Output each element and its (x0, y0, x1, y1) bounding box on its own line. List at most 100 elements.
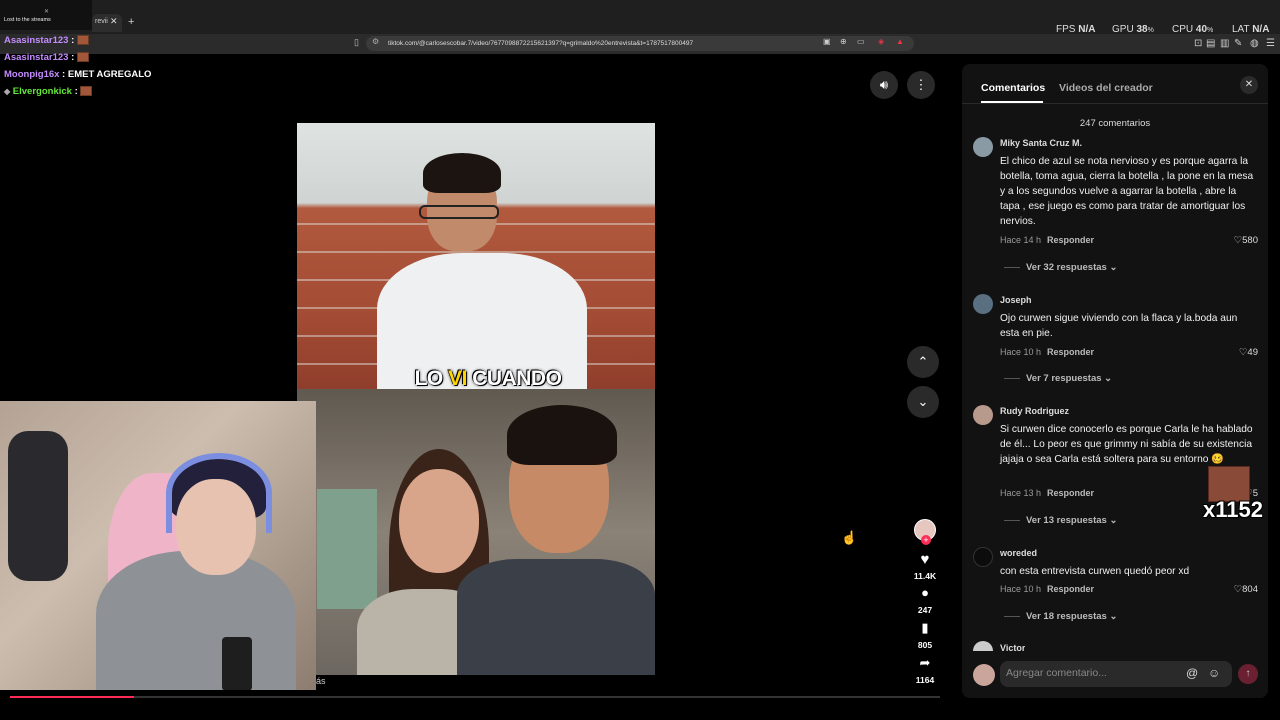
lat-readout: LAT N/A (1232, 24, 1270, 35)
site-info-icon[interactable]: ⚙ (372, 37, 379, 46)
emoji-icon[interactable]: ☺ (1208, 666, 1220, 680)
close-panel-button[interactable]: ✕ (1240, 76, 1258, 94)
comment-username[interactable]: woreded (1000, 548, 1037, 558)
comment-time: Hace 13 h (1000, 488, 1042, 498)
chevron-down-icon: ⌄ (1104, 373, 1113, 384)
comment-time: Hace 10 h (1000, 584, 1042, 594)
heart-icon: ♡ (1233, 235, 1243, 246)
divider (962, 103, 1268, 104)
puzzle-icon[interactable]: ✎ (1234, 38, 1242, 49)
mention-icon[interactable]: @ (1186, 666, 1198, 680)
comment-time: Hace 10 h (1000, 347, 1042, 357)
comment-count-label: 247 comentarios (1079, 118, 1151, 129)
view-replies-button[interactable]: Ver 7 respuestas ⌄ (1004, 373, 1112, 384)
chevron-up-icon: ⌃ (917, 354, 929, 369)
chat-message: ◆ Elvergonkick : (4, 86, 93, 97)
avatar[interactable] (973, 294, 993, 314)
comment-icon[interactable]: ● (906, 585, 944, 600)
alert-icon[interactable]: ▲ (896, 37, 904, 46)
menu-icon[interactable]: ☰ (1266, 38, 1275, 49)
streamer-webcam (0, 401, 316, 690)
comment-username[interactable]: Rudy Rodriguez (1000, 406, 1069, 416)
reply-button[interactable]: Responder (1047, 584, 1094, 594)
comment-text: con esta entrevista curwen quedó peor xd (1000, 566, 1190, 577)
chat-emote-icon (76, 35, 89, 46)
comment-text: El chico de azul se nota nervioso y es p… (1000, 156, 1254, 227)
follow-plus-icon[interactable]: + (921, 535, 931, 545)
user-avatar[interactable] (973, 664, 995, 686)
mouse-cursor-icon: ☝ (841, 530, 858, 545)
overlay-close-icon[interactable]: ✕ (44, 8, 49, 15)
save-count: 805 (917, 640, 933, 650)
chat-emote-icon (76, 52, 89, 63)
badge-icon: ◆ (4, 87, 11, 96)
chat-message: Asasinstar123 : (4, 52, 89, 63)
comment-time: Hace 14 h (1000, 235, 1042, 245)
reply-button[interactable]: Responder (1047, 347, 1094, 357)
sidebar-icon[interactable]: ▤ (1206, 38, 1215, 49)
stream-title-box (0, 0, 92, 30)
comment-like-button[interactable]: ♡804 (1210, 584, 1258, 595)
fps-readout: FPS N/A (1056, 24, 1096, 35)
view-replies-button[interactable]: Ver 13 respuestas ⌄ (1004, 515, 1117, 526)
comment-username[interactable]: Joseph (1000, 295, 1032, 305)
cast-icon[interactable]: ▭ (857, 37, 865, 46)
arrow-up-icon: ↑ (1245, 668, 1251, 679)
heart-icon: ♡ (1233, 584, 1243, 595)
address-bar[interactable]: tiktok.com/@carlosescobar.7/video/767709… (366, 36, 914, 51)
new-tab-button[interactable]: + (128, 16, 134, 28)
video-progress-track[interactable] (10, 696, 940, 698)
comment-like-button[interactable]: ♡49 (1210, 347, 1258, 358)
comment-username[interactable]: Miky Santa Cruz M. (1000, 138, 1082, 148)
extension-shield-icon[interactable]: ◈ (878, 37, 884, 46)
reply-button[interactable]: Responder (1047, 235, 1094, 245)
previous-video-button[interactable]: ⌃ (907, 346, 939, 378)
webcam-label: ás (316, 676, 326, 686)
reply-button[interactable]: Responder (1047, 488, 1094, 498)
video-progress-fill (10, 696, 134, 698)
translate-icon[interactable]: ▣ (823, 37, 831, 46)
view-replies-button[interactable]: Ver 18 respuestas ⌄ (1004, 611, 1117, 622)
share-count: 1164 (915, 675, 935, 685)
comment-like-button[interactable]: ♡580 (1210, 235, 1258, 246)
chat-message: Asasinstar123 : (4, 35, 89, 46)
video-top-scene (297, 123, 655, 393)
close-icon: ✕ (1244, 79, 1254, 90)
chat-message: Moonpig16x : EMET AGREGALO (4, 69, 152, 80)
zoom-icon[interactable]: ⊕ (840, 37, 847, 46)
chevron-down-icon: ⌄ (917, 394, 929, 409)
bookmark-icon[interactable]: ▯ (354, 37, 359, 48)
tab-creator-videos[interactable]: Videos del creador (1059, 82, 1153, 94)
chevron-down-icon: ⌄ (1109, 611, 1118, 622)
more-options-button[interactable]: ⋮ (907, 71, 935, 99)
volume-icon: 🔊︎ (879, 77, 889, 92)
avatar[interactable] (973, 137, 993, 157)
video-caption: LO VI CUANDO (414, 367, 562, 390)
like-icon[interactable]: ♥ (906, 551, 944, 568)
view-replies-button[interactable]: Ver 32 respuestas ⌄ (1004, 262, 1117, 273)
volume-button[interactable]: 🔊︎ (870, 71, 898, 99)
emote-counter: x1152 (1203, 497, 1263, 522)
chevron-down-icon: ⌄ (1109, 515, 1118, 526)
tab-comments[interactable]: Comentarios (981, 82, 1045, 94)
comment-username[interactable]: Victor (1000, 643, 1025, 651)
avatar[interactable] (973, 405, 993, 425)
chevron-down-icon: ⌄ (1109, 262, 1118, 273)
bookmark-save-icon[interactable]: ▮ (906, 620, 944, 636)
comment-text: Ojo curwen sigue viviendo con la flaca y… (1000, 313, 1238, 339)
gpu-readout: GPU 38% (1112, 24, 1154, 35)
stream-title: Lost to the streams (4, 17, 51, 23)
send-button[interactable]: ↑ (1238, 664, 1258, 684)
avatar[interactable] (973, 547, 993, 567)
video-bottom-scene (297, 389, 655, 675)
tab-close-icon[interactable]: ✕ (110, 16, 118, 27)
like-count: 11.4K (913, 571, 937, 581)
profile-icon[interactable]: ◍ (1250, 38, 1259, 49)
tab-label: revii (95, 18, 108, 25)
video-player[interactable]: LO VI CUANDO (297, 123, 655, 675)
more-icon: ⋮ (914, 77, 928, 92)
extension-icon[interactable]: ⊡ (1194, 38, 1202, 49)
next-video-button[interactable]: ⌄ (907, 386, 939, 418)
share-icon[interactable]: ➦ (906, 655, 944, 671)
download-icon[interactable]: ▥ (1220, 38, 1229, 49)
